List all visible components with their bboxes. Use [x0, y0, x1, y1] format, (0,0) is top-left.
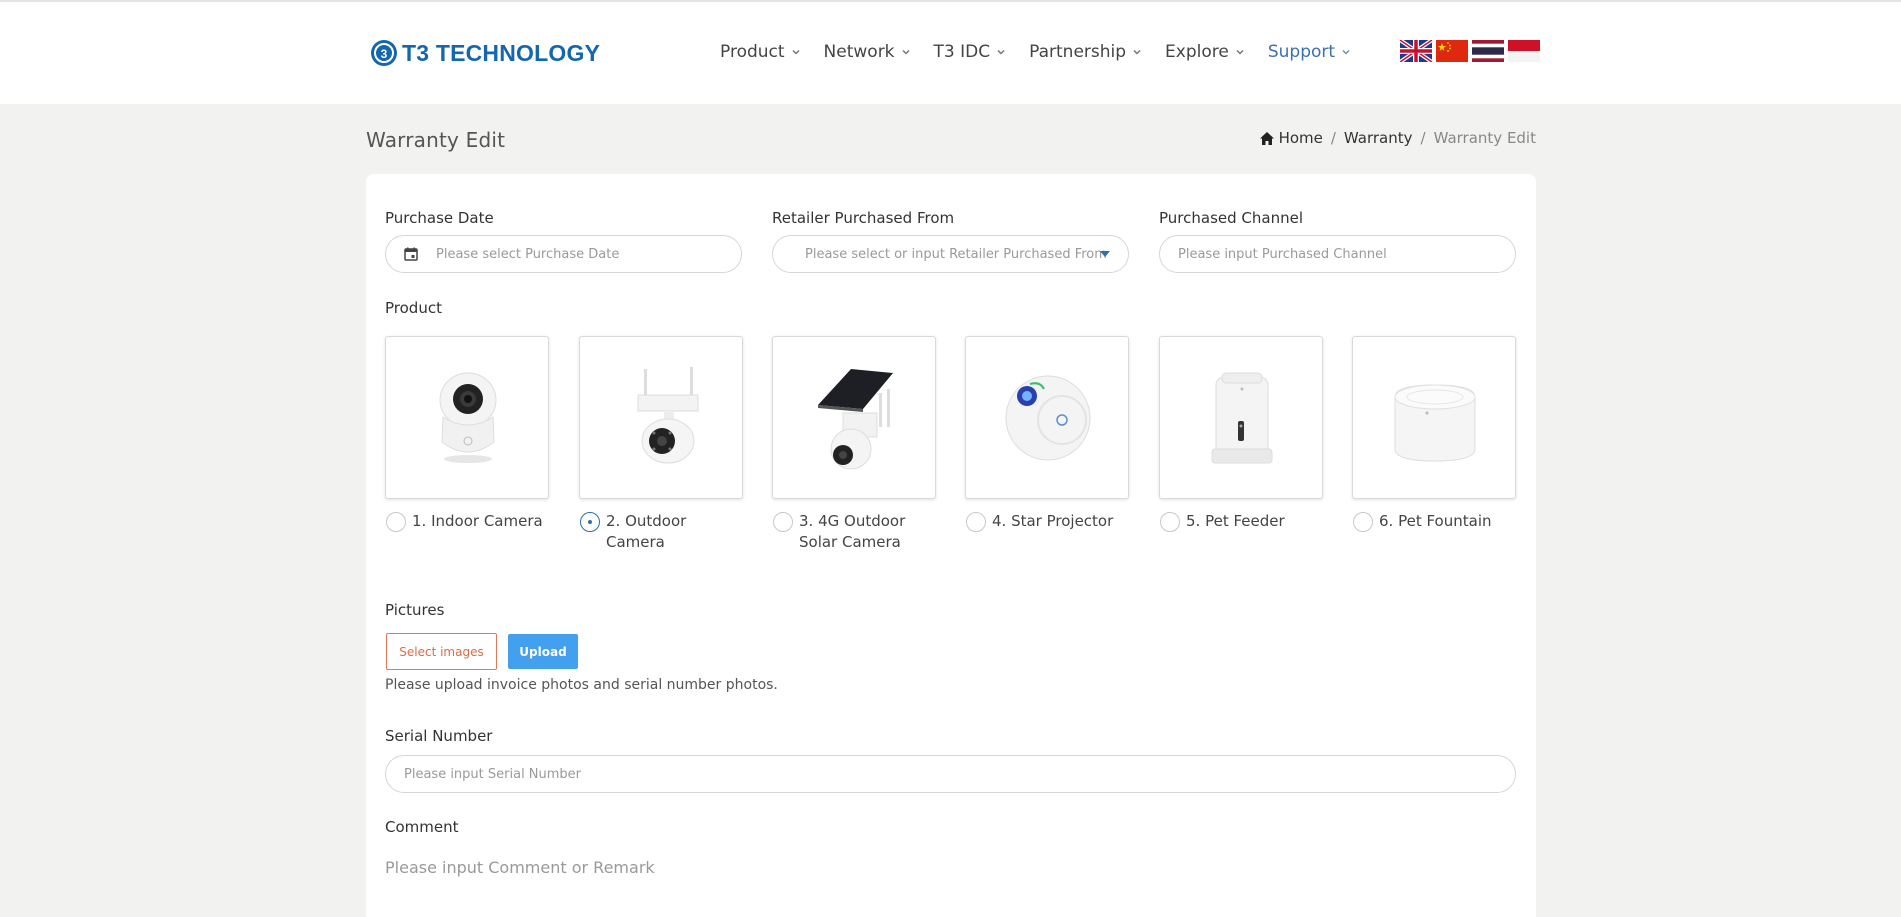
product-radio-4[interactable] — [966, 512, 986, 532]
purchased-channel-label: Purchased Channel — [1159, 209, 1303, 227]
chevron-down-icon — [1133, 49, 1141, 55]
brand-name: T3 TECHNOLOGY — [402, 39, 601, 66]
breadcrumb-separator: / — [1330, 129, 1336, 147]
language-switcher — [1400, 40, 1540, 62]
product-option-label: 1. Indoor Camera — [412, 512, 543, 530]
product-image-star-projector[interactable] — [965, 336, 1129, 499]
product-option-label: 3. 4G Outdoor Solar Camera — [799, 512, 906, 551]
product-image-indoor-camera[interactable] — [385, 336, 549, 499]
product-option-label: 2. Outdoor Camera — [606, 512, 687, 551]
product-option-4[interactable]: 4. Star Projector — [966, 511, 1131, 532]
purchase-date-placeholder: Please select Purchase Date — [436, 246, 620, 262]
nav-t3-idc[interactable]: T3 IDC — [934, 42, 1007, 62]
product-radio-1[interactable] — [386, 512, 406, 532]
english-flag-icon[interactable] — [1400, 40, 1432, 62]
purchase-date-input[interactable]: Please select Purchase Date — [385, 235, 742, 273]
comment-textarea[interactable]: Please input Comment or Remark — [385, 858, 655, 877]
serial-number-label: Serial Number — [385, 727, 493, 745]
retailer-select[interactable]: Please select or input Retailer Purchase… — [772, 235, 1129, 273]
upload-button[interactable]: Upload — [508, 634, 578, 669]
nav-support[interactable]: Support — [1268, 42, 1351, 62]
outdoor-camera-image — [637, 367, 699, 464]
nav-label: T3 IDC — [933, 42, 991, 62]
chevron-down-icon — [1236, 49, 1244, 55]
calendar-icon — [404, 247, 418, 261]
breadcrumb-warranty[interactable]: Warranty — [1344, 129, 1413, 147]
chevron-down-icon — [792, 49, 800, 55]
solar-camera-image — [818, 369, 893, 470]
home-icon — [1259, 131, 1274, 145]
select-images-button[interactable]: Select images — [386, 633, 497, 670]
nav-label: Explore — [1165, 42, 1229, 62]
nav-label: Partnership — [1029, 42, 1127, 62]
product-option-3[interactable]: 3. 4G Outdoor Solar Camera — [773, 511, 938, 553]
product-option-5[interactable]: 5. Pet Feeder — [1160, 511, 1325, 532]
purchased-channel-placeholder: Please input Purchased Channel — [1178, 246, 1387, 262]
product-image-outdoor-camera[interactable] — [579, 336, 743, 499]
pet-feeder-image — [1211, 372, 1273, 464]
thailand-flag-icon[interactable] — [1472, 40, 1504, 62]
product-option-label: 4. Star Projector — [992, 512, 1114, 530]
page-title: Warranty Edit — [366, 128, 506, 152]
svg-text:3: 3 — [381, 47, 388, 61]
pet-fountain-image — [1394, 384, 1476, 462]
product-option-2[interactable]: 2. Outdoor Camera — [580, 511, 745, 553]
breadcrumb-separator: / — [1420, 129, 1426, 147]
breadcrumb-home-label: Home — [1278, 129, 1323, 147]
breadcrumb-home[interactable]: Home — [1259, 129, 1323, 147]
product-option-1[interactable]: 1. Indoor Camera — [386, 511, 551, 532]
nav-explore[interactable]: Explore — [1165, 42, 1245, 62]
product-radio-2[interactable] — [580, 512, 600, 532]
product-radio-3[interactable] — [773, 512, 793, 532]
t3-logo-icon: 3 — [371, 40, 397, 66]
product-radio-5[interactable] — [1160, 512, 1180, 532]
purchase-date-label: Purchase Date — [385, 209, 494, 227]
site-header: 3 T3 TECHNOLOGY Product Network T3 IDC P… — [0, 0, 1901, 104]
nav-network[interactable]: Network — [824, 42, 911, 62]
nav-label: Support — [1267, 42, 1336, 62]
indonesia-flag-icon[interactable] — [1508, 40, 1540, 62]
breadcrumb-current: Warranty Edit — [1433, 129, 1536, 147]
product-image-4g-solar-camera[interactable] — [772, 336, 936, 499]
product-image-pet-feeder[interactable] — [1159, 336, 1323, 499]
nav-label: Product — [720, 42, 785, 62]
product-option-label: 5. Pet Feeder — [1186, 512, 1285, 530]
product-option-label: 6. Pet Fountain — [1379, 512, 1492, 530]
star-projector-image — [1005, 375, 1091, 461]
china-flag-icon[interactable] — [1436, 40, 1468, 62]
product-option-6[interactable]: 6. Pet Fountain — [1353, 511, 1518, 532]
brand-logo[interactable]: 3 T3 TECHNOLOGY — [370, 38, 600, 68]
product-image-pet-fountain[interactable] — [1352, 336, 1516, 499]
indoor-camera-image — [439, 372, 497, 463]
nav-partnership[interactable]: Partnership — [1029, 42, 1142, 62]
breadcrumb: Home / Warranty / Warranty Edit — [1259, 129, 1536, 147]
pictures-hint: Please upload invoice photos and serial … — [385, 677, 778, 693]
pictures-label: Pictures — [385, 601, 445, 619]
nav-product[interactable]: Product — [720, 42, 801, 62]
serial-number-placeholder: Please input Serial Number — [404, 766, 582, 782]
chevron-down-icon — [1342, 49, 1350, 55]
nav-label: Network — [823, 42, 895, 62]
retailer-placeholder: Please select or input Retailer Purchase… — [805, 246, 1107, 262]
serial-number-input[interactable]: Please input Serial Number — [385, 755, 1516, 793]
comment-label: Comment — [385, 818, 459, 836]
caret-down-icon — [1100, 251, 1110, 257]
chevron-down-icon — [997, 49, 1005, 55]
chevron-down-icon — [902, 49, 910, 55]
warranty-form-card: Purchase Date Please select Purchase Dat… — [366, 174, 1536, 917]
main-nav: Product Network T3 IDC Partnership Explo… — [720, 42, 1374, 62]
product-label: Product — [385, 299, 442, 317]
product-radio-6[interactable] — [1353, 512, 1373, 532]
retailer-label: Retailer Purchased From — [772, 209, 955, 227]
purchased-channel-input[interactable]: Please input Purchased Channel — [1159, 235, 1516, 273]
